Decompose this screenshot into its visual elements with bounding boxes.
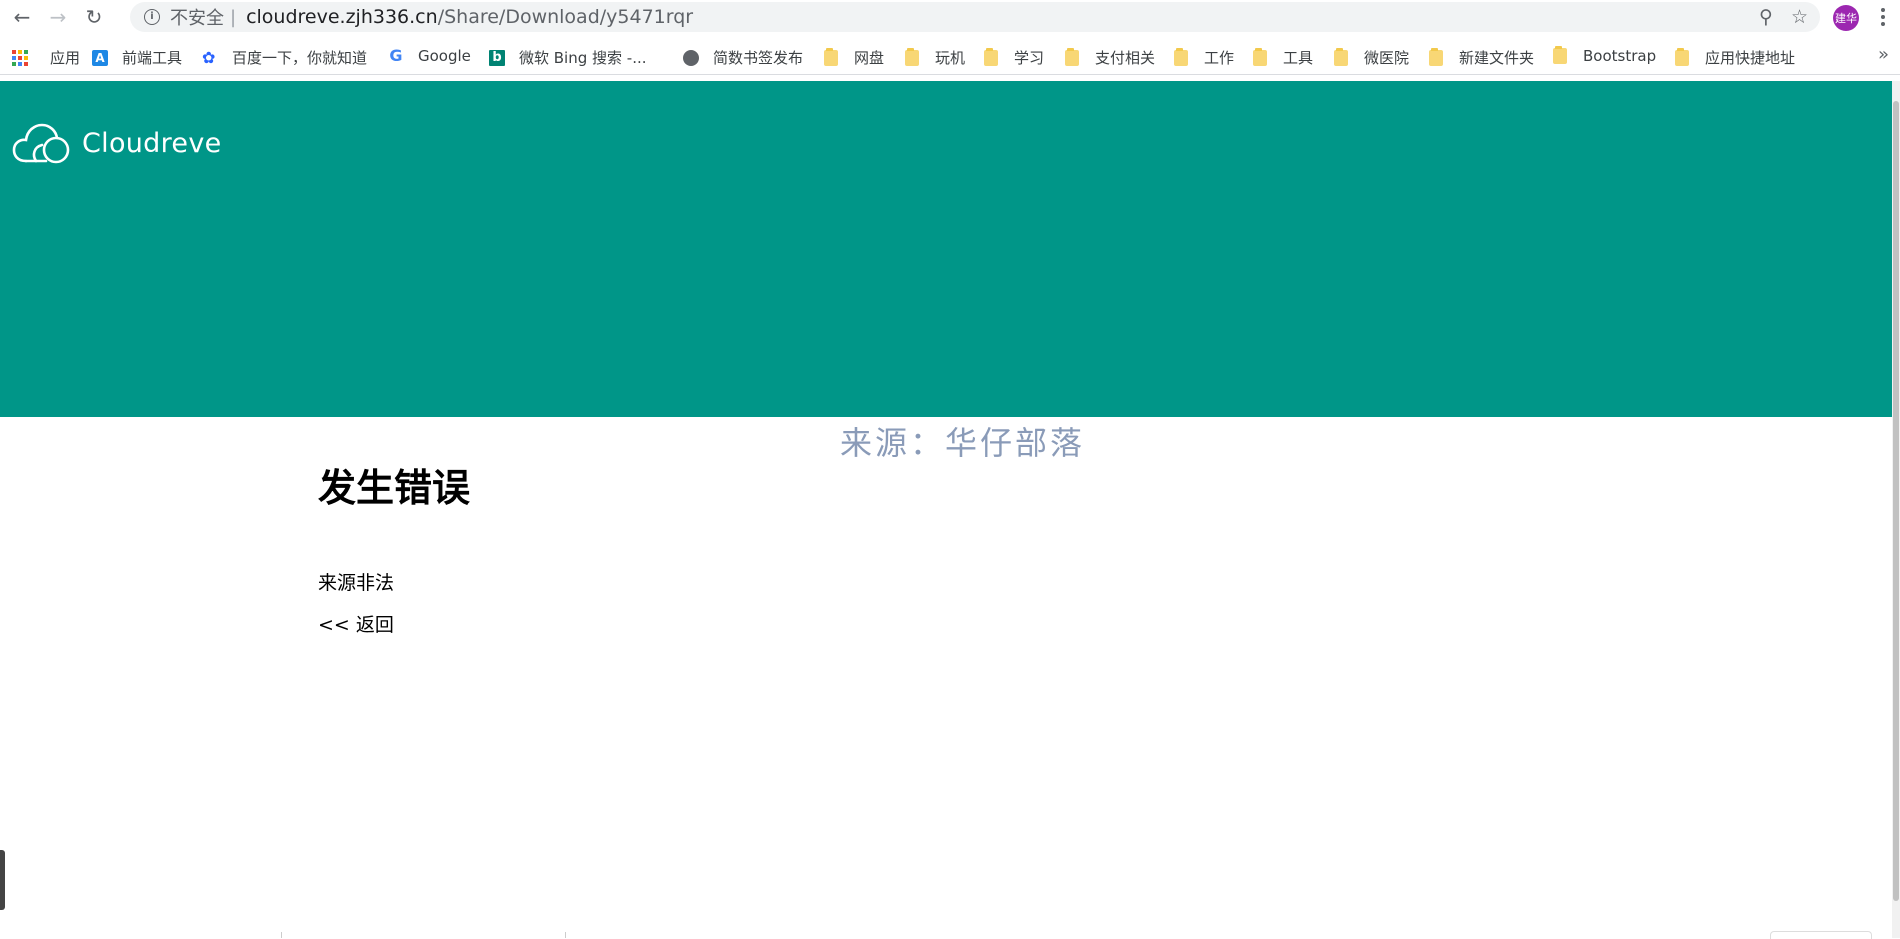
bookmark-baidu[interactable]: ✿ 百度一下，你就知道 — [202, 47, 367, 68]
info-icon[interactable]: i — [144, 9, 160, 25]
a-icon: A — [92, 49, 108, 66]
bookmark-folder-study[interactable]: 学习 — [984, 47, 1044, 68]
bookmark-jianshu[interactable]: 简数书签发布 — [683, 47, 803, 68]
forward-arrow-icon[interactable]: → — [44, 3, 72, 31]
error-title: 发生错误 — [318, 466, 471, 510]
bookmark-label: 百度一下，你就知道 — [232, 49, 368, 67]
bookmark-folder-tools[interactable]: 工具 — [1253, 47, 1313, 68]
bookmark-folder-wanji[interactable]: 玩机 — [905, 47, 965, 68]
bookmark-label: 前端工具 — [122, 49, 183, 67]
bookmark-folder-wangpan[interactable]: 网盘 — [824, 47, 884, 68]
folder-icon — [1553, 46, 1567, 64]
bookmark-label: 简数书签发布 — [713, 49, 804, 67]
bookmark-label: 工具 — [1283, 49, 1314, 67]
browser-menu-icon[interactable] — [1874, 3, 1892, 31]
brand-name: Cloudreve — [82, 127, 222, 159]
google-icon: G — [389, 46, 403, 65]
bookmark-label: Google — [418, 47, 471, 65]
bookmark-frontend-tools[interactable]: A 前端工具 — [92, 47, 182, 68]
bookmark-label: 微软 Bing 搜索 -... — [519, 49, 647, 67]
bookmark-label: Bootstrap — [1583, 47, 1657, 65]
folder-icon — [984, 47, 998, 66]
apps-grid-icon — [12, 49, 28, 66]
more-bookmarks-chevron-icon[interactable]: » — [1878, 44, 1889, 65]
folder-icon — [824, 47, 838, 66]
url-text[interactable]: cloudreve.zjh336.cn/Share/Download/y5471… — [246, 6, 693, 28]
folder-icon — [1174, 47, 1188, 66]
error-message: 来源非法 — [318, 572, 395, 594]
zoom-icon[interactable]: ⚲ — [1759, 6, 1773, 28]
back-link[interactable]: << 返回 — [318, 610, 394, 637]
bookmark-folder-app-shortcuts[interactable]: 应用快捷地址 — [1675, 47, 1795, 68]
address-bar[interactable]: i 不安全 | cloudreve.zjh336.cn/Share/Downlo… — [130, 2, 1820, 32]
bookmark-label: 微医院 — [1364, 49, 1410, 67]
scrollbar-thumb[interactable] — [1893, 101, 1899, 901]
divider — [565, 932, 566, 938]
globe-icon — [683, 49, 699, 66]
bookmark-bing[interactable]: b 微软 Bing 搜索 -... — [489, 47, 647, 68]
folder-icon — [1334, 47, 1348, 66]
baidu-paw-icon: ✿ — [202, 47, 216, 67]
cloud-logo-icon — [12, 123, 70, 164]
bookmark-folder-payment[interactable]: 支付相关 — [1065, 47, 1155, 68]
folder-icon — [1429, 47, 1443, 66]
folder-icon — [1675, 47, 1689, 66]
url-host: cloudreve.zjh336.cn — [246, 6, 438, 28]
reload-icon[interactable]: ↻ — [80, 3, 108, 31]
url-path: /Share/Download/y5471rqr — [437, 6, 694, 28]
watermark-text: 来源：华仔部落 — [840, 424, 1086, 462]
side-drawer-handle[interactable] — [0, 850, 5, 910]
page-scrollbar[interactable] — [1892, 81, 1900, 938]
security-label[interactable]: 不安全 — [170, 4, 224, 30]
bookmark-folder-bootstrap[interactable]: Bootstrap — [1553, 46, 1657, 65]
folder-icon — [1253, 47, 1267, 66]
url-separator: | — [230, 6, 237, 28]
bing-icon: b — [489, 49, 505, 66]
bookmark-folder-new[interactable]: 新建文件夹 — [1429, 47, 1534, 68]
bookmark-label: 网盘 — [854, 49, 885, 67]
divider — [281, 932, 282, 938]
profile-avatar[interactable]: 建华 — [1833, 5, 1859, 31]
bookmark-star-icon[interactable]: ☆ — [1791, 6, 1808, 28]
bookmark-apps[interactable]: 应用 — [12, 47, 80, 68]
bookmark-folder-work[interactable]: 工作 — [1174, 47, 1234, 68]
bookmark-label: 应用 — [50, 49, 81, 67]
folder-icon — [905, 47, 919, 66]
header-banner: Cloudreve — [0, 81, 1892, 417]
back-arrow-icon[interactable]: ← — [8, 3, 36, 31]
bookmarks-bar: 应用 A 前端工具 ✿ 百度一下，你就知道 G Google b 微软 Bing… — [0, 38, 1900, 75]
bookmark-folder-hospital[interactable]: 微医院 — [1334, 47, 1409, 68]
bookmark-label: 玩机 — [935, 49, 966, 67]
brand-logo[interactable]: Cloudreve — [12, 121, 222, 165]
bookmark-label: 工作 — [1204, 49, 1235, 67]
browser-toolbar: ← → ↻ i 不安全 | cloudreve.zjh336.cn/Share/… — [0, 0, 1900, 34]
folder-icon — [1065, 47, 1079, 66]
bookmark-label: 学习 — [1014, 49, 1045, 67]
bookmark-google[interactable]: G Google — [388, 46, 471, 65]
bookmark-label: 应用快捷地址 — [1705, 49, 1796, 67]
bookmark-label: 支付相关 — [1095, 49, 1156, 67]
bookmark-label: 新建文件夹 — [1459, 49, 1535, 67]
